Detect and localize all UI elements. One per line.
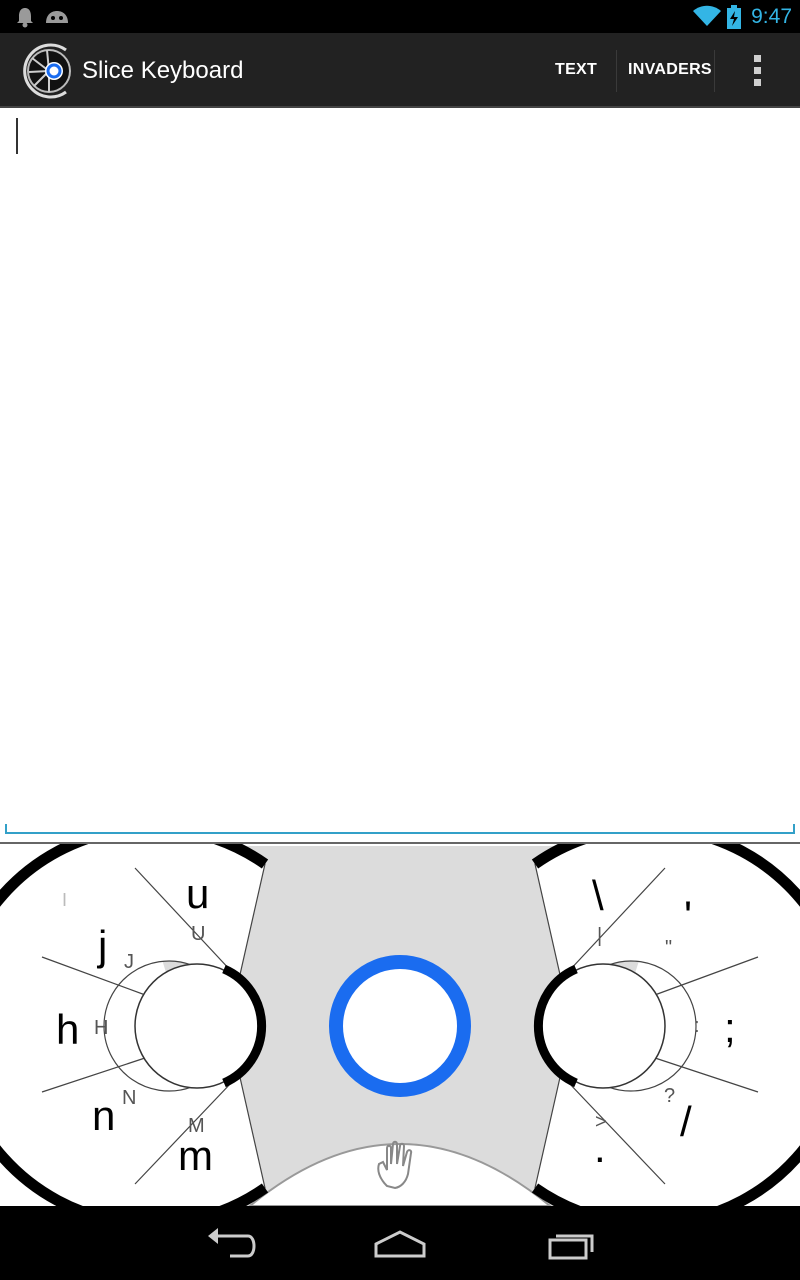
app-title: Slice Keyboard [82, 57, 244, 84]
key-j-shift: J [124, 951, 134, 973]
back-icon[interactable] [200, 1224, 260, 1264]
status-bar: 9:47 [0, 0, 800, 33]
home-icon[interactable] [370, 1224, 430, 1264]
right-key-wheel[interactable] [531, 844, 800, 1206]
battery-charging-icon [727, 5, 741, 29]
key-backslash[interactable]: \ [592, 872, 604, 919]
editor-underline-left-tick [5, 824, 7, 834]
text-action-button[interactable]: TEXT [555, 61, 597, 79]
key-apostrophe-shift: " [665, 937, 672, 959]
text-cursor [16, 118, 18, 154]
key-u[interactable]: u [186, 870, 209, 917]
left-key-wheel[interactable] [0, 844, 269, 1206]
status-time: 9:47 [751, 5, 792, 28]
slice-keyboard: u U j J h H n N m M I \ | ' " ; : / ? . … [0, 842, 800, 1206]
invaders-action-button[interactable]: INVADERS [628, 61, 712, 79]
editor-underline [5, 832, 795, 834]
editor-underline-right-tick [793, 824, 795, 834]
action-divider [714, 50, 715, 92]
key-backslash-shift: | [597, 925, 602, 947]
key-h[interactable]: h [56, 1006, 79, 1053]
key-period-shift: > [595, 1111, 607, 1133]
text-editor[interactable] [0, 108, 800, 842]
recent-apps-icon[interactable] [540, 1224, 600, 1264]
android-debug-icon [46, 11, 68, 23]
key-m-shift: M [188, 1115, 205, 1137]
key-apostrophe[interactable]: ' [684, 892, 692, 939]
key-m[interactable]: m [178, 1132, 213, 1179]
slice-keyboard-logo[interactable] [22, 42, 72, 100]
key-slash[interactable]: / [680, 1098, 692, 1145]
center-space-button[interactable] [329, 955, 471, 1097]
key-u-shift: U [191, 923, 205, 945]
keyboard-canvas: u U j J h H n N m M I \ | ' " ; : / ? . … [0, 844, 800, 1206]
key-slash-shift: ? [664, 1085, 675, 1107]
key-faint-label: I [62, 890, 67, 910]
overflow-menu-icon[interactable] [752, 55, 762, 89]
key-n-shift: N [122, 1087, 136, 1109]
key-j[interactable]: j [96, 922, 107, 969]
action-bar: Slice Keyboard TEXT INVADERS [0, 33, 800, 108]
key-semicolon-shift: : [694, 1015, 700, 1037]
notification-bell-icon [17, 8, 33, 28]
wifi-icon [693, 5, 721, 26]
key-h-shift: H [94, 1017, 108, 1039]
key-n[interactable]: n [92, 1092, 115, 1139]
action-divider [616, 50, 617, 92]
key-semicolon[interactable]: ; [724, 1004, 736, 1051]
navigation-bar [0, 1206, 800, 1280]
